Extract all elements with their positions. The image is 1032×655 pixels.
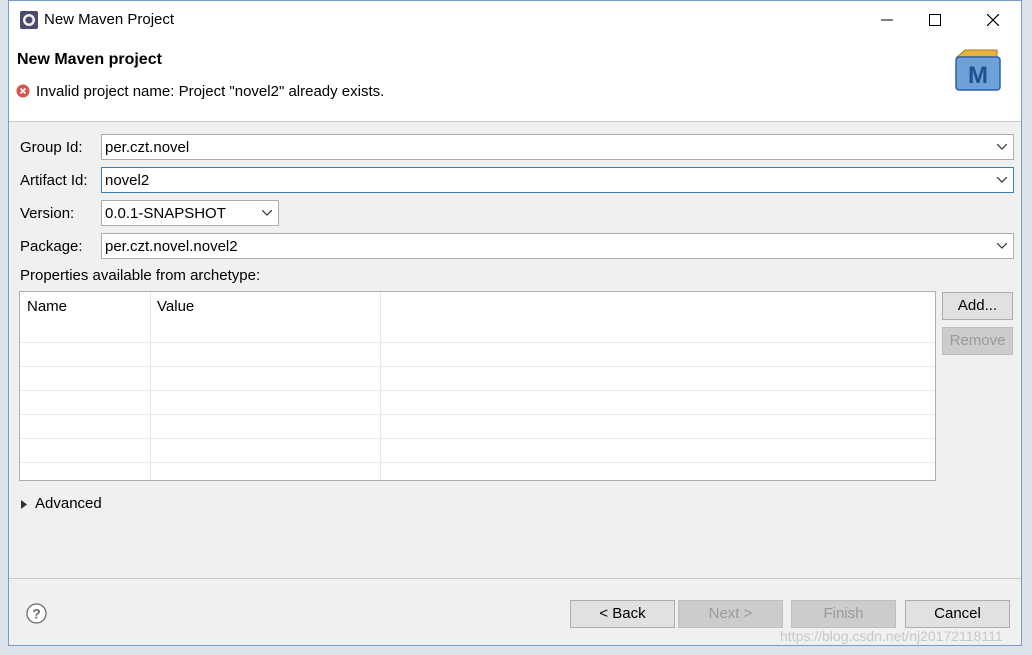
artifact-id-value: novel2	[105, 172, 150, 189]
table-row	[20, 462, 935, 463]
version-select[interactable]: 0.0.1-SNAPSHOT	[101, 200, 279, 226]
close-icon	[987, 14, 999, 26]
chevron-down-icon	[997, 144, 1007, 150]
version-value: 0.0.1-SNAPSHOT	[105, 205, 226, 222]
group-id-combo[interactable]: per.czt.novel	[101, 134, 1014, 160]
button-bar-divider	[9, 578, 1021, 579]
package-value: per.czt.novel.novel2	[105, 238, 238, 255]
table-row	[20, 342, 935, 343]
artifact-id-label: Artifact Id:	[20, 172, 88, 189]
page-title: New Maven project	[17, 51, 162, 68]
column-divider	[380, 292, 381, 480]
advanced-label: Advanced	[35, 495, 102, 512]
package-label: Package:	[20, 238, 83, 255]
back-button[interactable]: < Back	[570, 600, 675, 628]
title-bar[interactable]: New Maven Project	[9, 1, 1021, 39]
column-divider	[150, 292, 151, 480]
table-row	[20, 390, 935, 391]
window-title: New Maven Project	[44, 11, 175, 28]
package-combo[interactable]: per.czt.novel.novel2	[101, 233, 1014, 259]
svg-text:M: M	[968, 62, 988, 89]
watermark: https://blog.csdn.net/nj20172118111	[780, 628, 1003, 644]
svg-text:?: ?	[32, 606, 41, 622]
dialog-window: New Maven Project New Maven project Inva…	[8, 0, 1022, 646]
help-icon[interactable]: ?	[26, 603, 47, 624]
eclipse-icon	[20, 11, 38, 29]
maximize-icon	[929, 14, 941, 26]
add-button[interactable]: Add...	[942, 292, 1013, 320]
chevron-down-icon	[262, 210, 272, 216]
expand-arrow-icon	[21, 500, 27, 509]
chevron-down-icon	[997, 177, 1007, 183]
cancel-button[interactable]: Cancel	[905, 600, 1010, 628]
properties-label: Properties available from archetype:	[20, 267, 261, 284]
version-label: Version:	[20, 205, 75, 222]
table-row	[20, 366, 935, 367]
close-button[interactable]	[970, 5, 1016, 35]
artifact-id-combo[interactable]: novel2	[101, 167, 1014, 193]
table-row	[20, 414, 935, 415]
column-header-name[interactable]: Name	[27, 298, 67, 315]
remove-button[interactable]: Remove	[942, 327, 1013, 355]
column-header-value[interactable]: Value	[157, 298, 194, 315]
maven-logo-icon: M	[955, 49, 1001, 91]
chevron-down-icon	[997, 243, 1007, 249]
minimize-button[interactable]	[864, 5, 910, 35]
properties-table[interactable]: Name Value	[19, 291, 936, 481]
minimize-icon	[881, 19, 893, 21]
next-button[interactable]: Next >	[678, 600, 783, 628]
maximize-button[interactable]	[912, 5, 958, 35]
group-id-label: Group Id:	[20, 139, 83, 156]
table-row	[20, 438, 935, 439]
error-icon	[16, 84, 30, 98]
group-id-value: per.czt.novel	[105, 139, 190, 156]
error-message: Invalid project name: Project "novel2" a…	[36, 83, 385, 100]
finish-button[interactable]: Finish	[791, 600, 896, 628]
wizard-header: New Maven project Invalid project name: …	[9, 39, 1021, 122]
